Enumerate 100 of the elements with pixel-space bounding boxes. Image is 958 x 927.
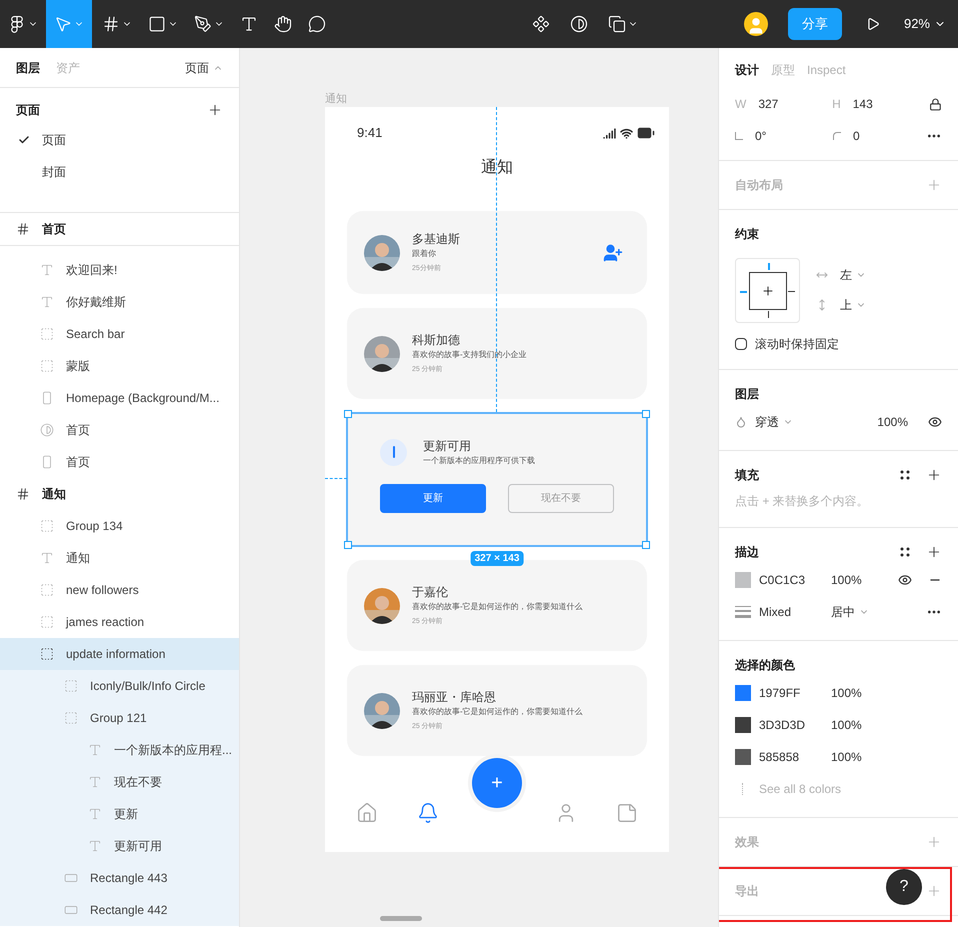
layer-row[interactable]: 一个新版本的应用程... <box>0 734 239 766</box>
section-title: 效果 <box>735 834 759 851</box>
add-user-icon[interactable] <box>603 242 623 262</box>
group-icon <box>64 711 78 725</box>
color-hex[interactable]: 1979FF <box>759 684 831 702</box>
layer-row[interactable]: 你好戴维斯 <box>0 286 239 318</box>
layer-row[interactable]: 通知 <box>0 542 239 574</box>
horizontal-constraint[interactable]: 左 <box>840 266 866 284</box>
layer-row[interactable]: Group 134 <box>0 510 239 542</box>
add-icon[interactable] <box>926 467 942 483</box>
layer-row[interactable]: Group 121 <box>0 702 239 734</box>
play-icon[interactable] <box>866 17 880 31</box>
color-swatch[interactable] <box>735 572 751 588</box>
constraint-widget[interactable] <box>735 258 800 323</box>
page-item[interactable]: 页面 <box>0 124 239 156</box>
section-title: 自动布局 <box>735 177 783 194</box>
layer-row[interactable]: james reaction <box>0 606 239 638</box>
panel-tab[interactable]: 图层 <box>16 58 40 76</box>
color-swatch[interactable] <box>735 717 751 733</box>
layer-row[interactable]: Homepage (Background/M... <box>0 382 239 414</box>
notification-name: 科斯加德 <box>412 332 461 350</box>
stroke-align-select[interactable]: 居中 <box>831 603 869 621</box>
group-icon <box>40 615 54 629</box>
blend-mode-select[interactable]: 穿透 <box>755 413 793 431</box>
color-swatch[interactable] <box>735 685 751 701</box>
styles-icon[interactable] <box>900 470 910 480</box>
layer-row[interactable]: Iconly/Bulk/Info Circle <box>0 670 239 702</box>
home-icon <box>356 802 378 824</box>
panel-tab[interactable]: 设计 <box>735 61 759 79</box>
opacity-field[interactable]: 100% <box>831 748 862 766</box>
field-label: W <box>735 96 746 113</box>
help-button[interactable]: ? <box>886 869 922 905</box>
section-title: 页面 <box>16 102 40 119</box>
layer-row[interactable]: Search bar <box>0 318 239 350</box>
layer-row[interactable]: 首页 <box>0 414 239 446</box>
vertical-constraint[interactable]: 上 <box>840 296 866 314</box>
page-menu[interactable]: 页面 <box>185 58 223 76</box>
add-icon[interactable] <box>207 102 223 118</box>
layer-row[interactable]: 首页 <box>0 446 239 478</box>
color-hex[interactable]: 585858 <box>759 748 831 766</box>
notification-message: 喜欢你的故事-它是如何运作的，你需要知道什么 <box>412 601 583 614</box>
component-icon <box>532 15 550 33</box>
text-icon <box>88 807 102 821</box>
layer-row[interactable]: 现在不要 <box>0 766 239 798</box>
frame-label: 通知 <box>325 92 348 107</box>
fill-hint: 点击 + 来替换多个内容。 <box>735 493 869 510</box>
opacity-field[interactable]: 100% <box>877 413 908 431</box>
status-time: 9:41 <box>357 124 382 142</box>
layer-row[interactable]: 更新可用 <box>0 830 239 862</box>
size-field[interactable]: 143 <box>852 95 873 113</box>
hand-icon <box>274 15 292 33</box>
update-button[interactable]: 更新 <box>380 484 486 513</box>
stroke-weight-field[interactable]: Mixed <box>759 603 831 621</box>
group-icon <box>40 583 54 597</box>
notification-message: 跟着你 <box>412 248 437 260</box>
eye-icon[interactable] <box>928 415 942 429</box>
styles-icon[interactable] <box>900 547 910 557</box>
checkbox[interactable] <box>735 338 747 350</box>
size-field[interactable]: 327 <box>758 95 778 113</box>
frame-icon <box>16 487 30 501</box>
layer-row[interactable]: 更新 <box>0 798 239 830</box>
layer-row[interactable]: 蒙版 <box>0 350 239 382</box>
layer-row[interactable]: Rectangle 443 <box>0 862 239 894</box>
page-item[interactable]: 封面 <box>0 156 239 188</box>
layer-row[interactable]: 首页 <box>0 212 239 246</box>
layer-row[interactable]: 欢迎回来! <box>0 254 239 286</box>
pen-icon <box>194 15 212 33</box>
add-icon[interactable] <box>926 544 942 560</box>
comment-icon <box>308 15 326 33</box>
add-button[interactable]: + <box>472 758 522 808</box>
radius-field[interactable]: 0 <box>853 127 860 145</box>
frame-icon <box>16 222 30 236</box>
zoom-menu[interactable]: 92% <box>904 14 946 34</box>
field-label: H <box>832 96 841 113</box>
text-icon <box>88 839 102 853</box>
color-hex[interactable]: C0C1C3 <box>759 571 831 589</box>
text-icon <box>40 295 54 309</box>
section-title: 约束 <box>735 226 759 243</box>
color-swatch[interactable] <box>735 749 751 765</box>
group-icon <box>40 359 54 373</box>
layer-row[interactable]: Rectangle 442 <box>0 894 239 926</box>
group-icon <box>40 519 54 533</box>
avatar-icon[interactable] <box>744 12 768 36</box>
opacity-field[interactable]: 100% <box>831 684 862 702</box>
group-icon <box>64 679 78 693</box>
rotation-field[interactable]: 0° <box>755 127 766 145</box>
layer-row[interactable]: 通知 <box>0 478 239 510</box>
eye-icon[interactable] <box>898 573 912 587</box>
notification-name: 于嘉伦 <box>412 584 449 602</box>
layer-row[interactable]: update information <box>0 638 239 670</box>
constrain-icon[interactable] <box>929 98 942 110</box>
rotation-icon <box>735 132 743 140</box>
opacity-field[interactable]: 100% <box>831 716 862 734</box>
opacity-field[interactable]: 100% <box>831 571 862 589</box>
drop-icon <box>735 416 747 428</box>
group-icon <box>40 647 54 661</box>
color-hex[interactable]: 3D3D3D <box>759 716 831 734</box>
signal-icon <box>603 126 616 140</box>
layer-row[interactable]: new followers <box>0 574 239 606</box>
info-icon <box>380 438 407 466</box>
